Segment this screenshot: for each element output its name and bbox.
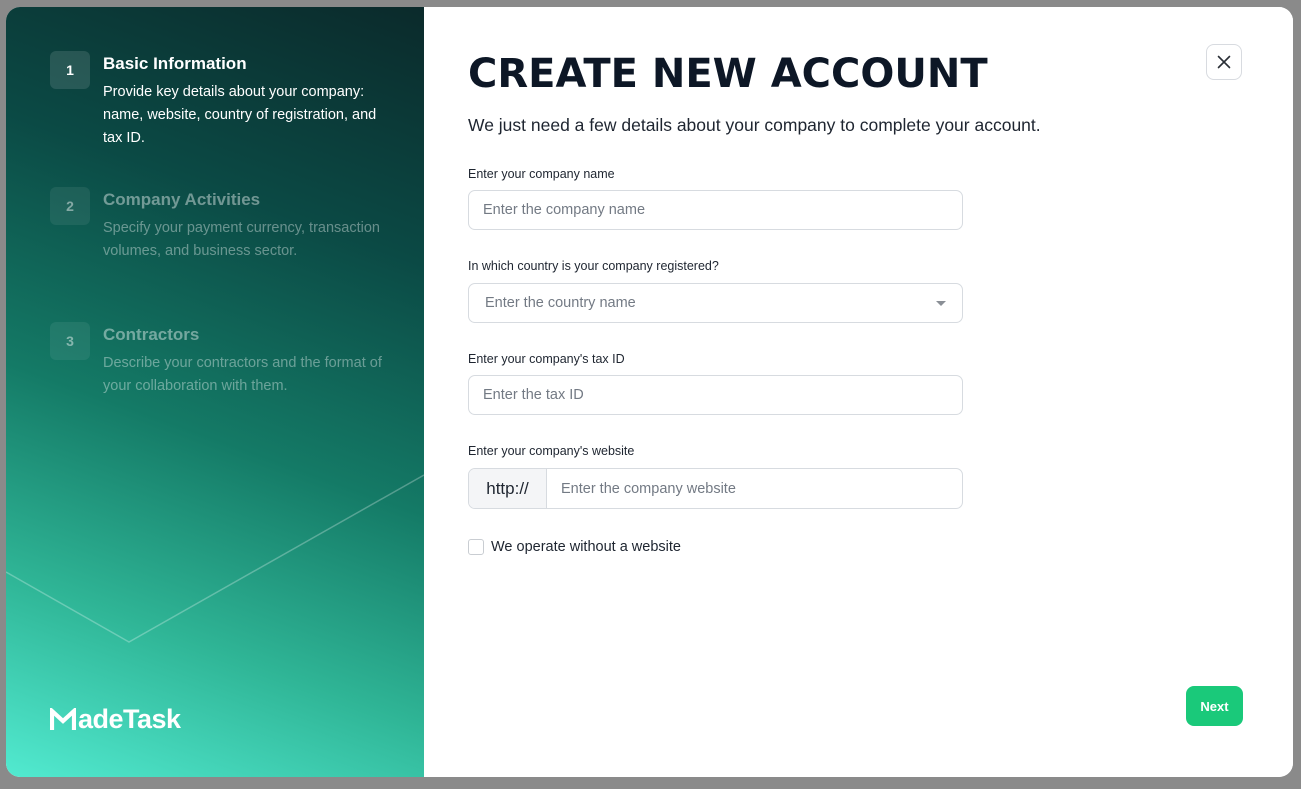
country-select[interactable]: Enter the country name <box>468 283 963 323</box>
country-placeholder: Enter the country name <box>485 295 636 311</box>
no-website-label: We operate without a website <box>491 539 681 555</box>
url-prefix: http:// <box>469 469 547 508</box>
website-label: Enter your company's website <box>468 444 635 458</box>
country-label: In which country is your company registe… <box>468 259 719 273</box>
step-title: Contractors <box>103 325 200 344</box>
tax-id-placeholder: Enter the tax ID <box>483 387 584 403</box>
caret-down-icon <box>936 301 946 306</box>
next-button[interactable]: Next <box>1186 686 1243 726</box>
company-name-label: Enter your company name <box>468 167 615 181</box>
step-number: 2 <box>50 187 90 225</box>
website-field: http:// Enter the company website <box>468 468 963 509</box>
no-website-checkbox[interactable] <box>468 539 484 555</box>
step-number: 3 <box>50 322 90 360</box>
website-input[interactable]: Enter the company website <box>547 469 962 508</box>
step-description: Describe your contractors and the format… <box>103 355 382 394</box>
company-name-input[interactable]: Enter the company name <box>468 190 963 230</box>
company-name-placeholder: Enter the company name <box>483 202 646 218</box>
close-button[interactable] <box>1206 44 1242 80</box>
brand-name: adeTask <box>78 704 181 734</box>
step-title: Basic Information <box>103 54 247 73</box>
m-logo-icon <box>50 707 76 730</box>
form-content: CREATE NEW ACCOUNT We just need a few de… <box>424 7 1293 777</box>
close-icon <box>1217 55 1231 69</box>
steps-sidebar: 1 Basic Information Provide key details … <box>6 7 424 777</box>
step-description: Specify your payment currency, transacti… <box>103 220 380 259</box>
website-placeholder: Enter the company website <box>561 480 736 497</box>
page-title: CREATE NEW ACCOUNT <box>468 51 988 97</box>
step-title: Company Activities <box>103 190 261 209</box>
brand-logo: adeTask <box>50 704 181 735</box>
step-number: 1 <box>50 51 90 89</box>
no-website-option[interactable]: We operate without a website <box>468 539 681 555</box>
tax-id-label: Enter your company's tax ID <box>468 352 625 366</box>
tax-id-input[interactable]: Enter the tax ID <box>468 375 963 415</box>
step-description: Provide key details about your company: … <box>103 84 377 146</box>
page-subtitle: We just need a few details about your co… <box>468 115 1041 135</box>
